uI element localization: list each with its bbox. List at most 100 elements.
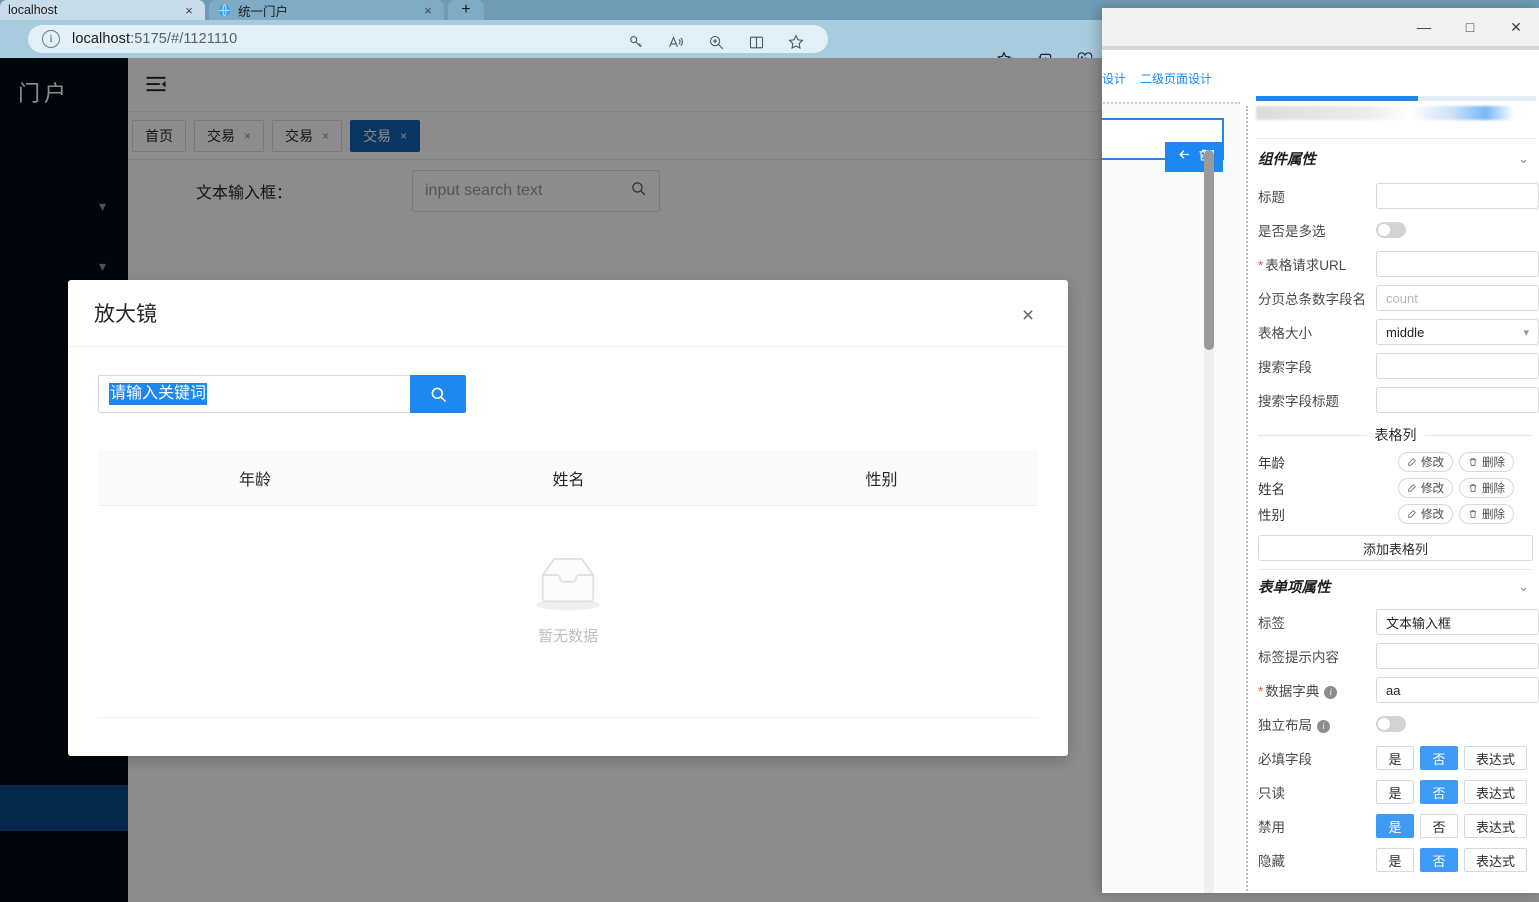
form-item-props-title: 表单项属性	[1258, 580, 1331, 596]
prop-row-data-dict: * 数据字典 i aa	[1252, 673, 1539, 707]
prop-row-label: 标签 文本输入框	[1252, 605, 1539, 639]
split-screen-icon[interactable]	[736, 28, 776, 56]
designer-canvas-scrollbar-thumb[interactable]	[1204, 150, 1214, 350]
modal-close-icon[interactable]: ×	[1008, 296, 1048, 336]
properties-panel: 组件属性 ⌄ 标题 是否是多选 * 表格请求URL 分页总条数字段名 count…	[1252, 50, 1539, 893]
prop-label-label: 标签	[1258, 616, 1285, 631]
keyword-search-input-value: 请输入关键词	[109, 383, 208, 405]
prop-select-table-size[interactable]: middle ▾	[1376, 319, 1539, 345]
browser-tab-2-close-icon[interactable]: ×	[420, 3, 436, 18]
add-table-column-button[interactable]: 添加表格列	[1258, 535, 1533, 561]
toggle-required-no[interactable]: 否	[1420, 746, 1458, 770]
results-table-header: 年龄 姓名 性别	[98, 451, 1038, 506]
back-arrow-icon[interactable]	[1177, 147, 1192, 167]
toggle-required-expression[interactable]: 表达式	[1464, 746, 1528, 770]
toggle-required-yes[interactable]: 是	[1376, 746, 1414, 770]
toggle-hidden-yes[interactable]: 是	[1376, 848, 1414, 872]
window-maximize-button[interactable]: □	[1447, 8, 1493, 46]
form-designer-window: — □ ✕ 设计 二级页面设计 组件属性 ⌄ 标题 是否是多选 * 表格请求UR…	[1102, 8, 1539, 893]
prop-input-table-url[interactable]	[1376, 251, 1539, 277]
prop-input-label[interactable]: 文本输入框	[1376, 609, 1539, 635]
modal-search-row: 请输入关键词	[98, 375, 1038, 413]
prop-row-table-size: 表格大小 middle ▾	[1252, 315, 1539, 349]
designer-tab-design[interactable]: 设计	[1102, 70, 1126, 92]
prop-label-table-url: * 表格请求URL	[1258, 258, 1347, 273]
read-aloud-icon[interactable]	[656, 28, 696, 56]
keyword-search-input[interactable]: 请输入关键词	[98, 375, 410, 413]
chevron-down-icon[interactable]: ⌄	[1518, 151, 1529, 167]
magnifier-modal: 放大镜 × 请输入关键词 年龄 姓名 性别 暂无数据	[68, 280, 1068, 756]
window-close-button[interactable]: ✕	[1493, 8, 1539, 46]
toggle-readonly-expression[interactable]: 表达式	[1464, 780, 1528, 804]
prop-row-multiselect: 是否是多选	[1252, 213, 1539, 247]
prop-input-title[interactable]	[1376, 183, 1539, 209]
table-column-row-gender: 性别 修改 删除	[1252, 501, 1539, 527]
empty-state-text: 暂无数据	[537, 628, 598, 645]
toggle-label-required: 必填字段	[1258, 752, 1312, 767]
toggle-readonly-no[interactable]: 否	[1420, 780, 1458, 804]
designer-canvas-tabs: 设计 二级页面设计	[1102, 70, 1242, 92]
table-column-delete-button-name[interactable]: 删除	[1459, 478, 1514, 498]
prop-input-search-field-title[interactable]	[1376, 387, 1539, 413]
new-tab-button[interactable]: +	[448, 0, 484, 20]
browser-tab-1-title: localhost	[8, 3, 58, 17]
key-icon[interactable]	[616, 28, 656, 56]
component-props-header[interactable]: 组件属性 ⌄	[1252, 148, 1539, 169]
info-icon[interactable]: i	[1317, 719, 1330, 733]
chevron-down-icon[interactable]: ⌄	[1518, 579, 1529, 595]
prop-row-standalone-layout: 独立布局 i	[1252, 707, 1539, 741]
toggle-hidden-no[interactable]: 否	[1420, 848, 1458, 872]
prop-label-standalone-layout: 独立布局 i	[1258, 714, 1376, 734]
designer-tab-subpage-design[interactable]: 二级页面设计	[1140, 70, 1212, 92]
empty-state: 暂无数据	[98, 552, 1038, 646]
component-props-section: 组件属性 ⌄ 标题 是否是多选 * 表格请求URL 分页总条数字段名 count…	[1252, 148, 1539, 877]
toggle-hidden-expression[interactable]: 表达式	[1464, 848, 1528, 872]
designer-canvas: 设计 二级页面设计	[1102, 58, 1248, 893]
prop-select-table-size-value: middle	[1386, 324, 1425, 340]
prop-input-label-tip[interactable]	[1376, 643, 1539, 669]
table-column-edit-button-name[interactable]: 修改	[1398, 478, 1453, 498]
browser-tab-2[interactable]: 统一门户 ×	[209, 0, 444, 20]
prop-input-count-field[interactable]: count	[1376, 285, 1539, 311]
table-columns-title: 表格列	[1374, 427, 1417, 443]
prop-label-table-size: 表格大小	[1258, 326, 1312, 341]
prop-row-search-field-title: 搜索字段标题	[1252, 383, 1539, 417]
keyword-search-button[interactable]	[410, 375, 466, 413]
results-table-body: 暂无数据	[98, 506, 1038, 718]
toggle-row-required: 必填字段 是 否 表达式	[1252, 741, 1539, 775]
favorite-star-icon[interactable]	[776, 28, 816, 56]
toggle-readonly-yes[interactable]: 是	[1376, 780, 1414, 804]
table-column-edit-button-gender[interactable]: 修改	[1398, 504, 1453, 524]
prop-row-table-url: * 表格请求URL	[1252, 247, 1539, 281]
toggle-disabled-expression[interactable]: 表达式	[1464, 814, 1528, 838]
prop-input-search-field[interactable]	[1376, 353, 1539, 379]
table-column-edit-button-age[interactable]: 修改	[1398, 452, 1453, 472]
info-icon[interactable]: i	[1324, 685, 1338, 699]
site-info-icon[interactable]: i	[42, 30, 60, 48]
toggle-disabled-no[interactable]: 否	[1420, 814, 1458, 838]
designer-panel-divider[interactable]	[1246, 106, 1250, 893]
zoom-icon[interactable]	[696, 28, 736, 56]
table-column-delete-button-gender[interactable]: 删除	[1459, 504, 1514, 524]
window-minimize-button[interactable]: —	[1401, 8, 1447, 46]
browser-tab-1-close-icon[interactable]: ×	[181, 3, 197, 18]
browser-tab-1[interactable]: localhost ×	[0, 0, 205, 20]
table-column-name-name: 姓名	[1258, 482, 1285, 497]
prop-input-data-dict[interactable]: aa	[1376, 677, 1539, 703]
table-column-delete-button-age[interactable]: 删除	[1459, 452, 1514, 472]
designer-canvas-surface[interactable]	[1102, 102, 1240, 893]
prop-label-count-field: 分页总条数字段名	[1258, 292, 1366, 307]
address-bar[interactable]: i localhost:5175/#/1121110	[28, 25, 828, 53]
toggle-row-hidden: 隐藏 是 否 表达式	[1252, 843, 1539, 877]
prop-label-search-field: 搜索字段	[1258, 360, 1312, 375]
omnibox-actions	[616, 28, 816, 56]
properties-obscured-row	[1256, 106, 1536, 120]
chevron-down-icon: ▾	[1523, 326, 1529, 339]
prop-switch-multiselect[interactable]	[1376, 222, 1406, 238]
toggle-disabled-yes[interactable]: 是	[1376, 814, 1414, 838]
form-item-props-header[interactable]: 表单项属性 ⌄	[1252, 576, 1539, 597]
prop-label-search-field-title: 搜索字段标题	[1258, 394, 1339, 409]
modal-title: 放大镜	[94, 303, 157, 326]
prop-switch-standalone-layout[interactable]	[1376, 716, 1406, 732]
toggle-label-disabled: 禁用	[1258, 820, 1285, 835]
